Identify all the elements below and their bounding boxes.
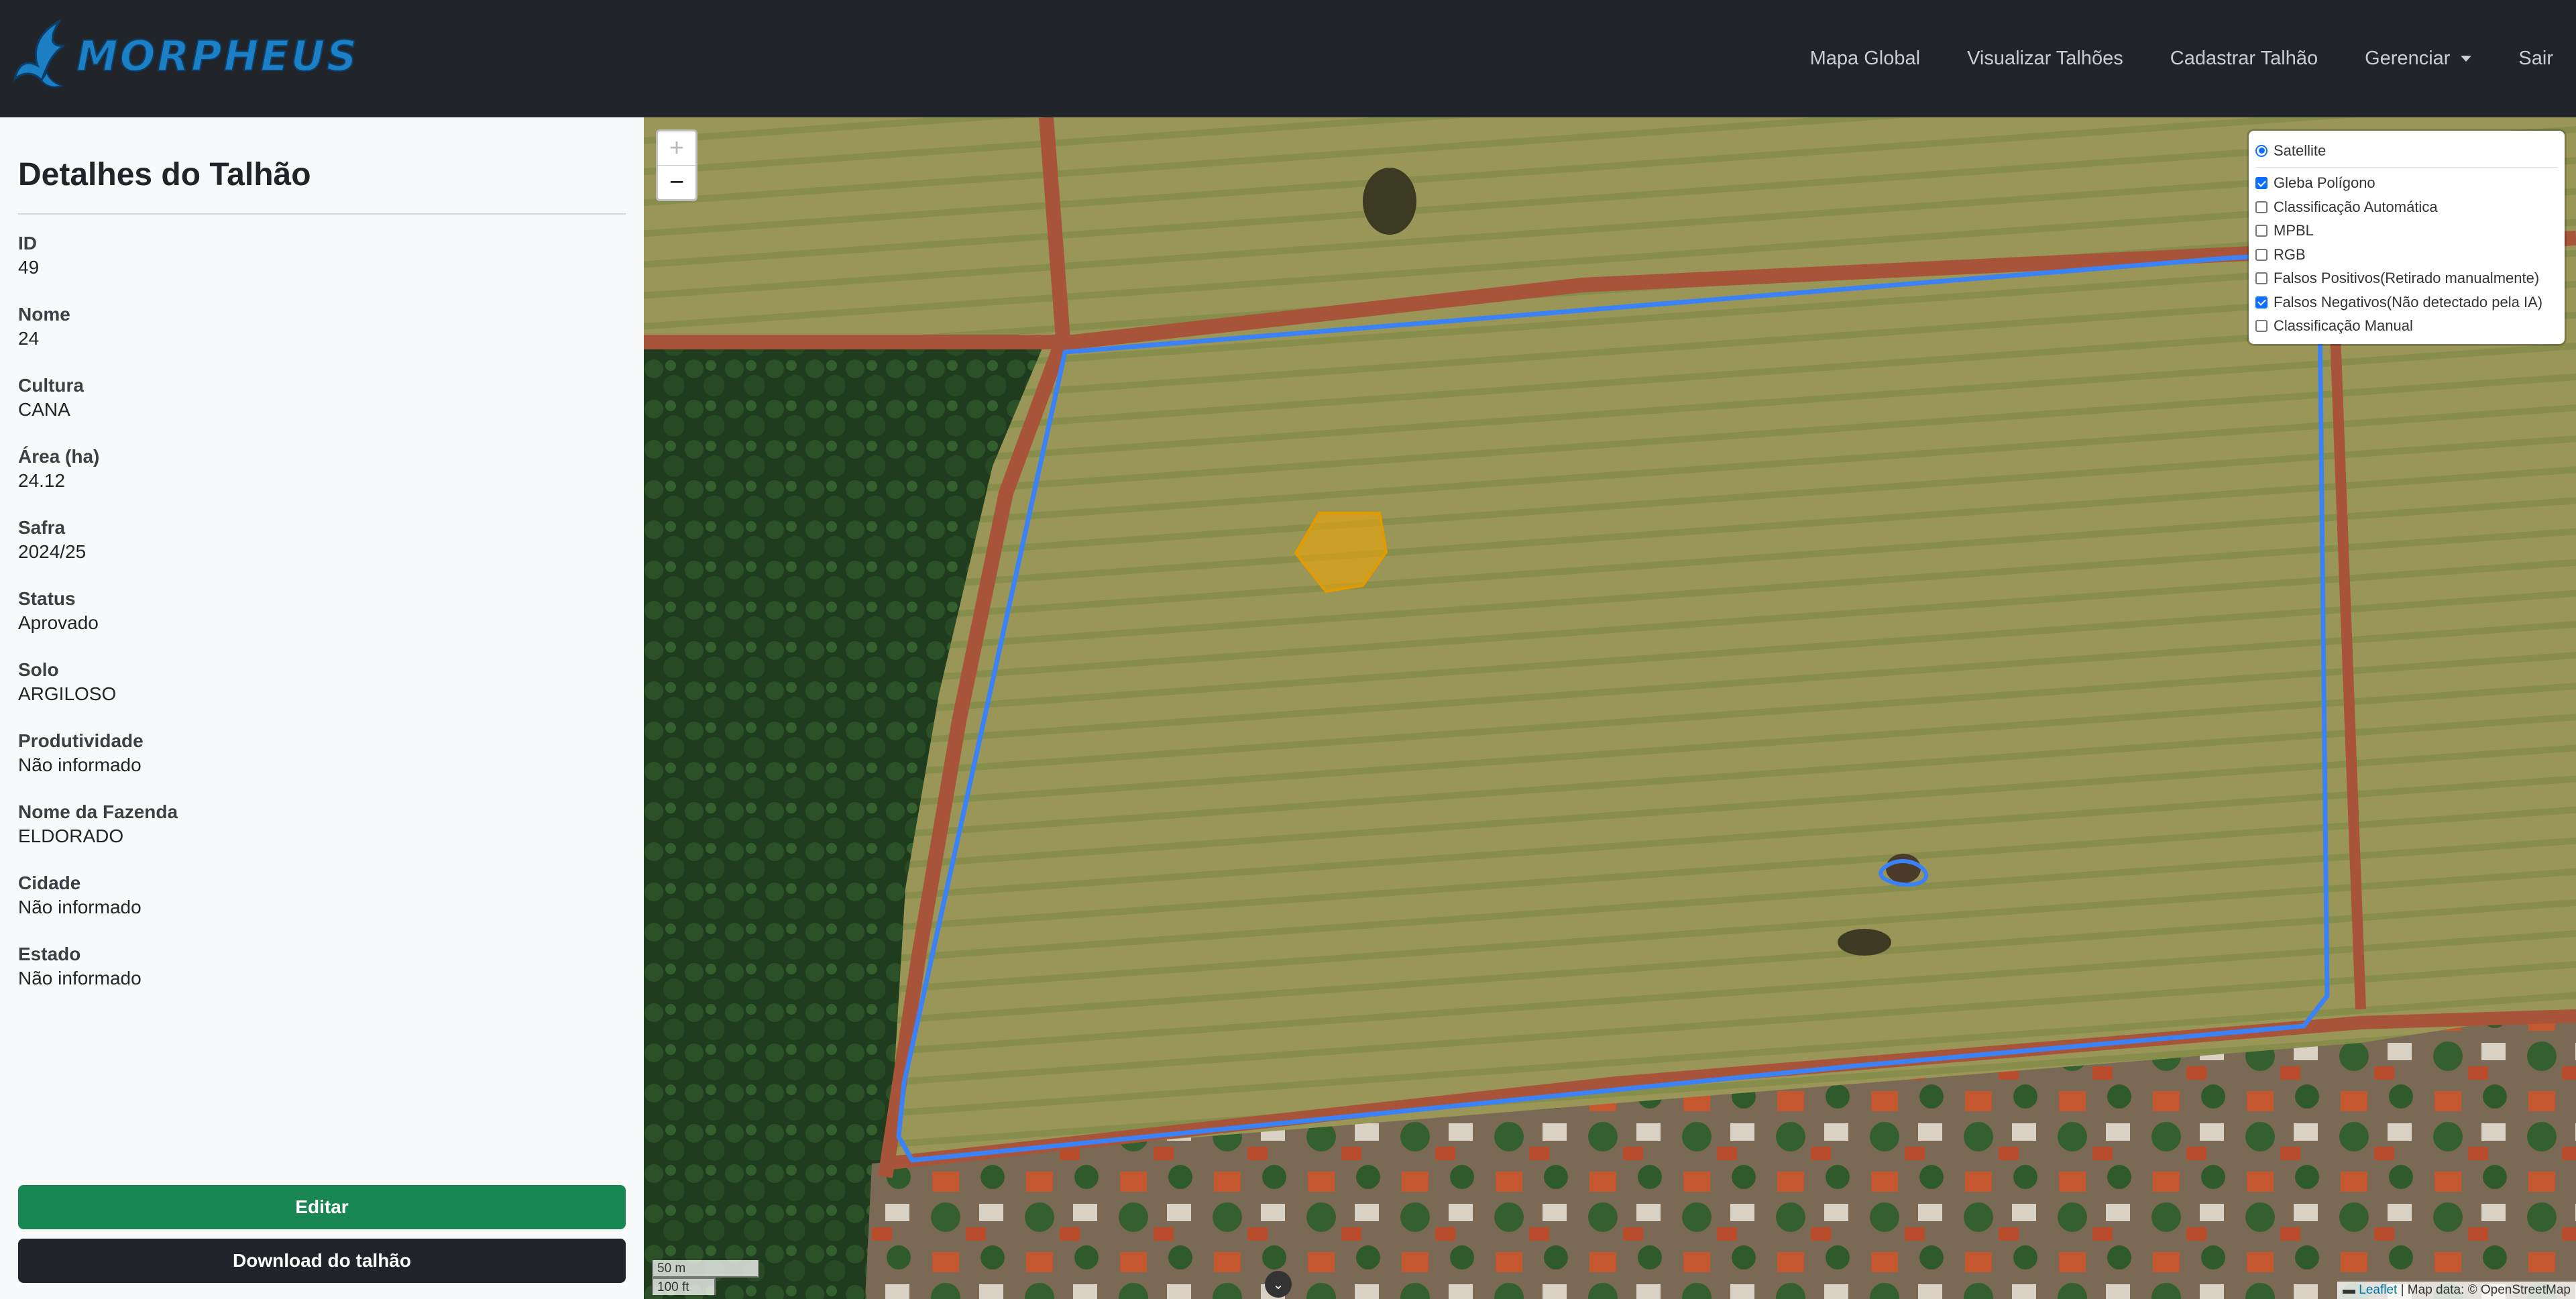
field-label: Nome da Fazenda: [18, 801, 178, 822]
layer-label: Classificação Manual: [2274, 317, 2413, 335]
overlay-classificacao-automatica[interactable]: Classificação Automática: [2255, 195, 2558, 219]
field-solo: Solo ARGILOSO: [18, 658, 626, 729]
field-label: Cidade: [18, 872, 81, 893]
overlay-falsos-negativos[interactable]: Falsos Negativos(Não detectado pela IA): [2255, 290, 2558, 315]
checkbox[interactable]: [2255, 320, 2267, 333]
field-label: Status: [18, 588, 76, 609]
layer-label: MPBL: [2274, 222, 2314, 239]
layer-label: RGB: [2274, 245, 2306, 263]
field-value: ARGILOSO: [18, 683, 117, 704]
divider: [18, 213, 626, 215]
field-label: Estado: [18, 944, 81, 964]
overlay-falsos-positivos[interactable]: Falsos Positivos(Retirado manualmente): [2255, 267, 2558, 291]
nav-cadastrar-talhao[interactable]: Cadastrar Talhão: [2170, 48, 2318, 70]
layer-label: Falsos Positivos(Retirado manualmente): [2274, 270, 2540, 287]
attribution-text: | Map data: © OpenStreetMap: [2397, 1283, 2571, 1297]
field-area: Área (ha) 24.12: [18, 445, 626, 516]
chevron-down-icon[interactable]: ⌄: [1265, 1271, 1292, 1298]
field-cidade: Cidade Não informado: [18, 871, 626, 942]
field-value: ELDORADO: [18, 826, 124, 846]
overlay-rgb[interactable]: RGB: [2255, 243, 2558, 267]
field-label: ID: [18, 233, 37, 253]
map-attribution: ▬ Leaflet | Map data: © OpenStreetMap: [2337, 1282, 2576, 1299]
base-layer-satellite[interactable]: Satellite: [2255, 139, 2558, 163]
field-produtividade: Produtividade Não informado: [18, 729, 626, 800]
field-nome: Nome 24: [18, 302, 626, 374]
field-value: Aprovado: [18, 612, 99, 633]
edit-button[interactable]: Editar: [18, 1185, 626, 1229]
field-label: Cultura: [18, 375, 84, 396]
flag-icon: ▬: [2342, 1283, 2359, 1297]
scale-bar: 50 m 100 ft: [652, 1260, 759, 1295]
checkbox[interactable]: [2255, 201, 2267, 213]
scale-imperial: 100 ft: [652, 1278, 716, 1295]
layers-control: Satellite Gleba Polígono Classificação A…: [2249, 131, 2565, 344]
navbar: MORPHEUS Mapa Global Visualizar Talhões …: [0, 0, 2576, 117]
field-value: CANA: [18, 399, 70, 420]
checkbox-checked[interactable]: [2255, 296, 2267, 308]
caret-down-icon: [2461, 56, 2472, 62]
page-title: Detalhes do Talhão: [18, 157, 311, 192]
field-id: ID 49: [18, 231, 626, 302]
overlay-mpbl[interactable]: MPBL: [2255, 219, 2558, 243]
zoom-in-button[interactable]: +: [658, 131, 695, 166]
field-label: Produtividade: [18, 730, 144, 751]
field-label: Safra: [18, 517, 66, 538]
overlay-gleba-poligono[interactable]: Gleba Polígono: [2255, 172, 2558, 196]
radio-icon[interactable]: [2255, 144, 2267, 157]
field-fazenda: Nome da Fazenda ELDORADO: [18, 800, 626, 871]
nav-menu: Mapa Global Visualizar Talhões Cadastrar…: [1810, 0, 2576, 117]
divider: [2255, 166, 2558, 168]
field-label: Solo: [18, 659, 59, 680]
nav-sair[interactable]: Sair: [2518, 48, 2553, 70]
map-view[interactable]: + − Satellite Gleba Polígono Classificaç…: [644, 117, 2576, 1299]
scale-metric: 50 m: [652, 1260, 759, 1278]
field-cultura: Cultura CANA: [18, 374, 626, 445]
field-value: Não informado: [18, 968, 142, 989]
checkbox[interactable]: [2255, 225, 2267, 237]
checkbox[interactable]: [2255, 272, 2267, 285]
checkbox-checked[interactable]: [2255, 177, 2267, 190]
field-value: 24: [18, 328, 40, 349]
zoom-out-button[interactable]: −: [658, 166, 695, 199]
layer-label: Gleba Polígono: [2274, 174, 2375, 192]
details-list: ID 49 Nome 24 Cultura CANA Área (ha) 24.…: [18, 231, 626, 1013]
field-safra: Safra 2024/25: [18, 516, 626, 587]
layer-label: Satellite: [2274, 142, 2327, 159]
layer-label: Classificação Automática: [2274, 198, 2438, 215]
field-value: 24.12: [18, 470, 66, 491]
nav-gerenciar-dropdown[interactable]: Gerenciar: [2365, 48, 2472, 70]
field-label: Área (ha): [18, 446, 100, 467]
field-label: Nome: [18, 304, 70, 325]
checkbox[interactable]: [2255, 248, 2267, 261]
phoenix-icon: [13, 19, 65, 88]
field-value: 49: [18, 257, 40, 278]
field-value: Não informado: [18, 754, 142, 775]
leaflet-link[interactable]: Leaflet: [2359, 1283, 2397, 1297]
brand-logo[interactable]: MORPHEUS: [12, 19, 359, 93]
field-status: Status Aprovado: [18, 587, 626, 658]
overlay-classificacao-manual[interactable]: Classificação Manual: [2255, 315, 2558, 339]
details-sidebar: Detalhes do Talhão ID 49 Nome 24 Cultura…: [0, 117, 644, 1299]
brand-name: MORPHEUS: [76, 31, 359, 81]
field-value: Não informado: [18, 897, 142, 917]
nav-gerenciar-label: Gerenciar: [2365, 48, 2451, 69]
field-value: 2024/25: [18, 541, 87, 562]
nav-mapa-global[interactable]: Mapa Global: [1810, 48, 1920, 70]
field-estado: Estado Não informado: [18, 942, 626, 1013]
layer-label: Falsos Negativos(Não detectado pela IA): [2274, 293, 2543, 310]
zoom-control: + −: [656, 129, 697, 201]
nav-visualizar-talhoes[interactable]: Visualizar Talhões: [1967, 48, 2123, 70]
download-button[interactable]: Download do talhão: [18, 1239, 626, 1283]
